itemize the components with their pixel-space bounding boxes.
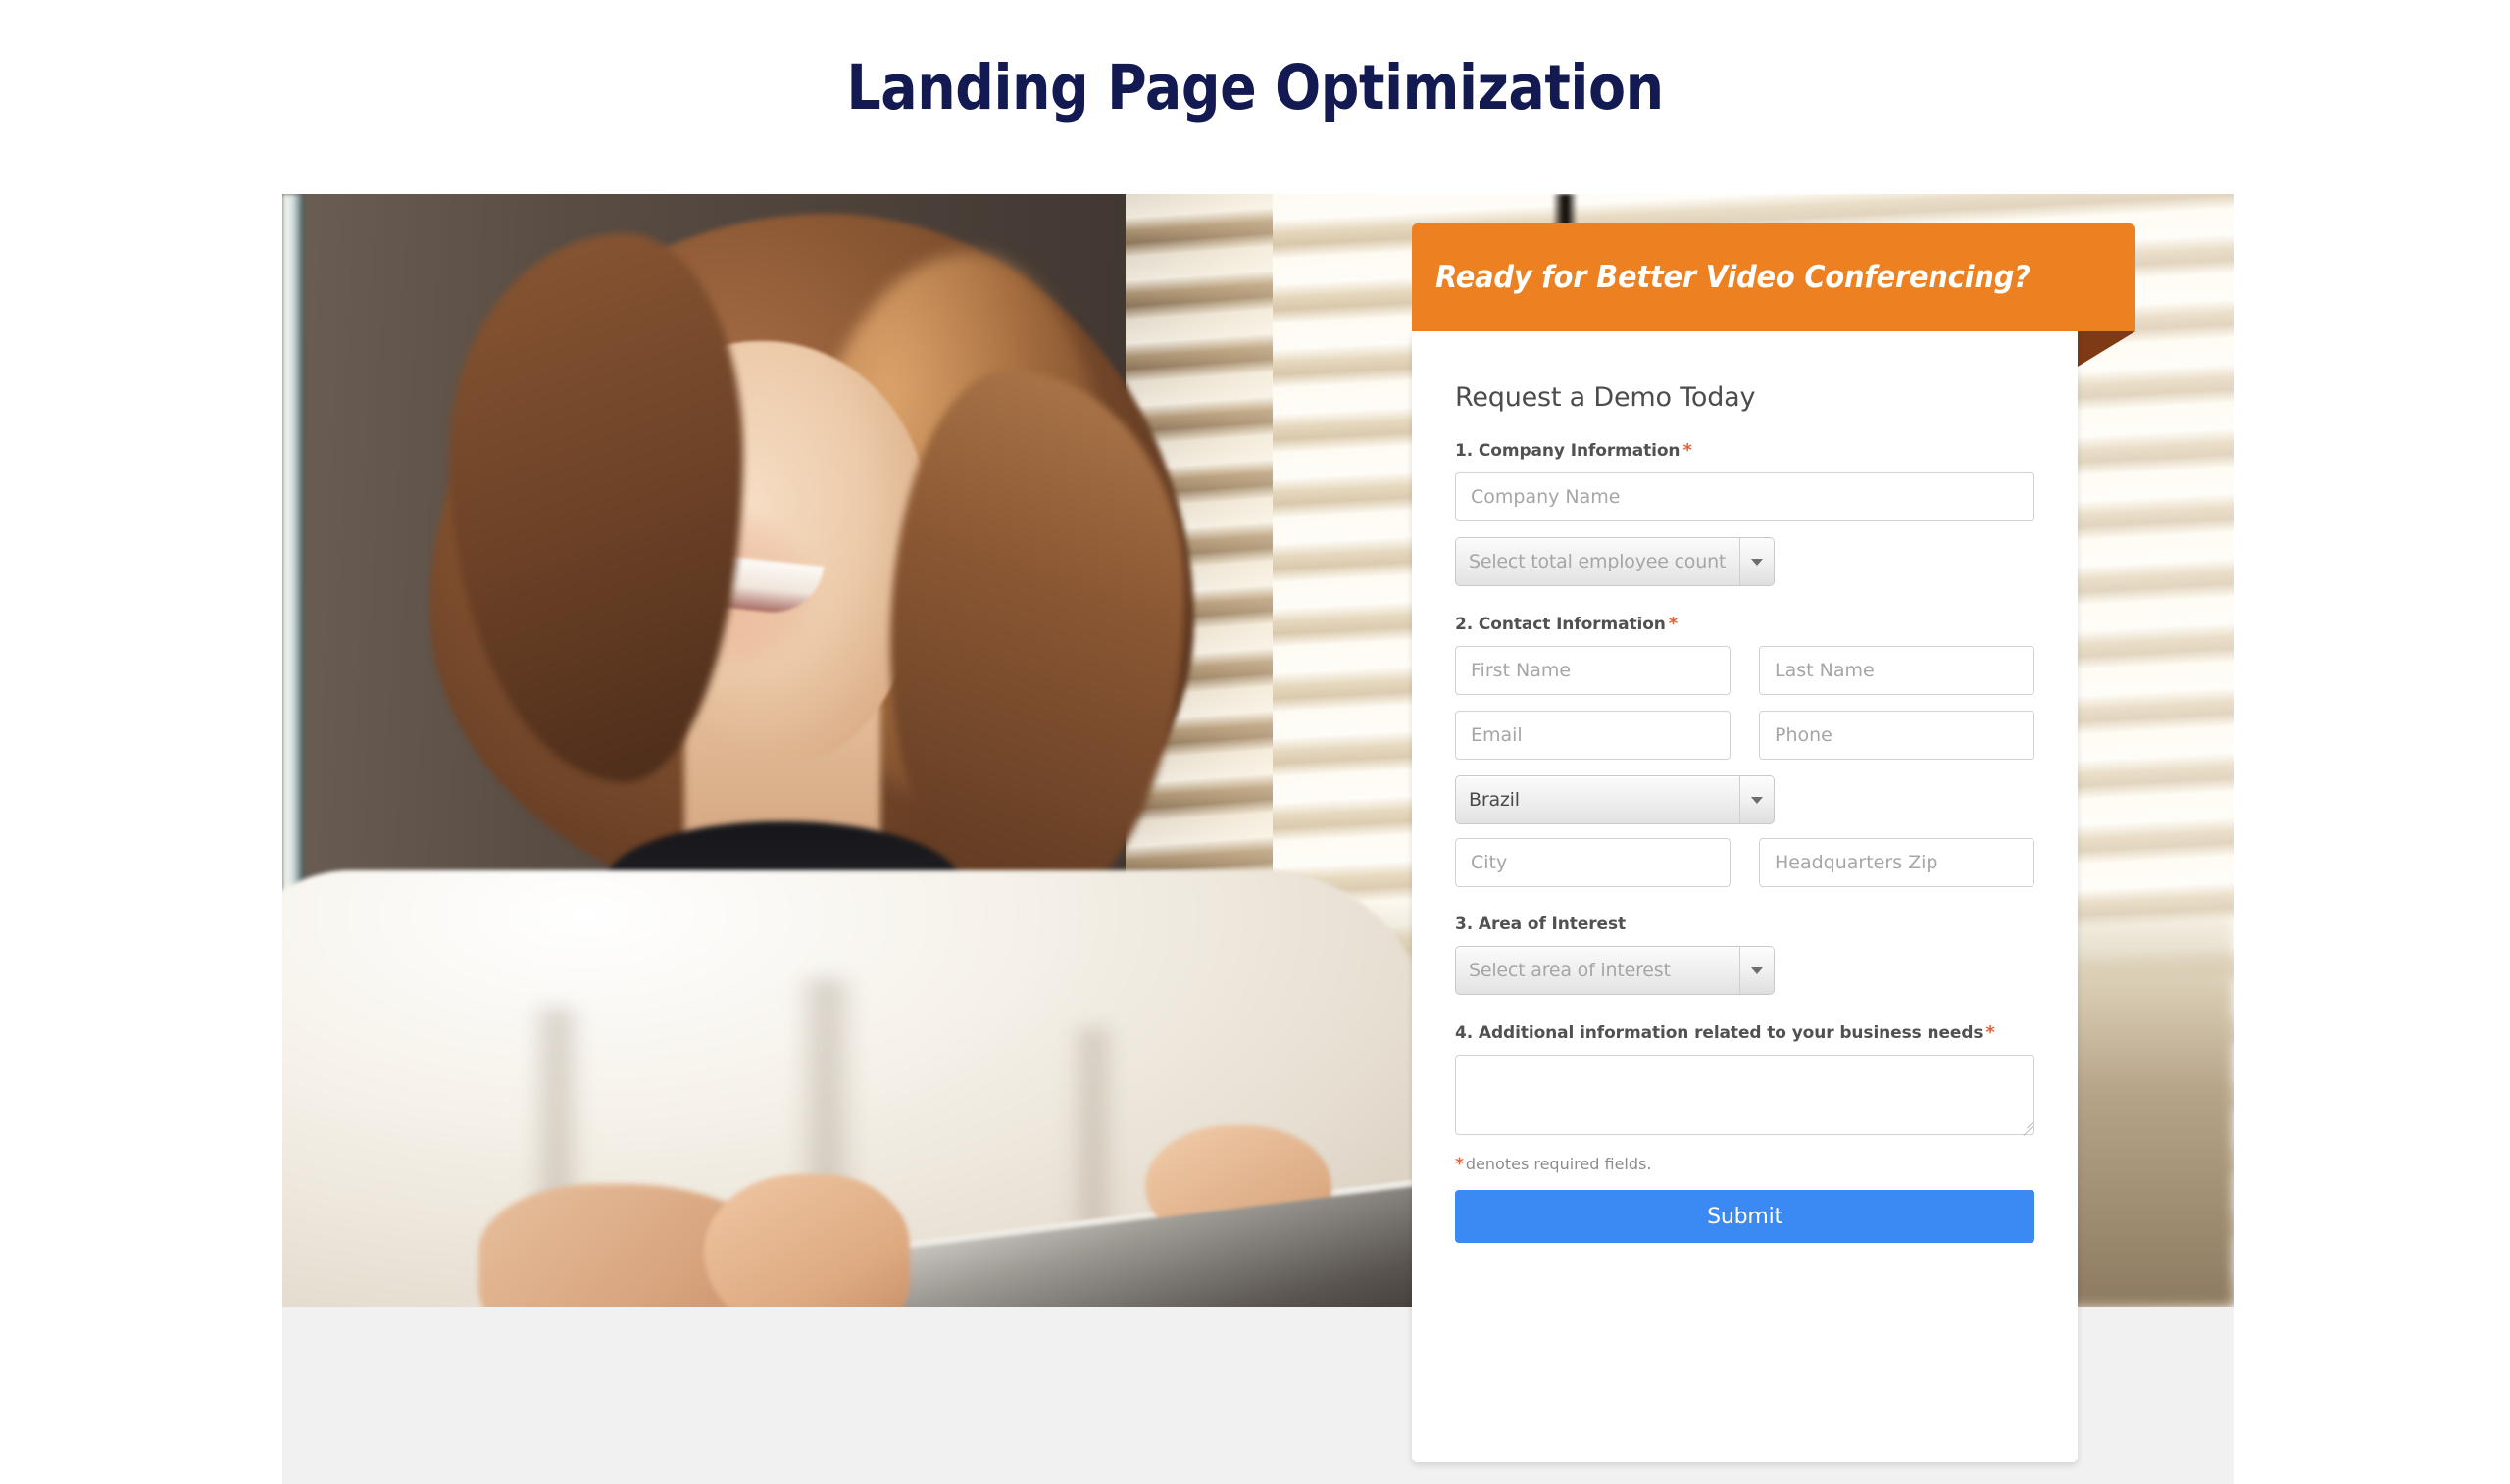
- chevron-down-icon: [1751, 796, 1763, 804]
- promo-ribbon-banner: Ready for Better Video Conferencing?: [1412, 223, 2135, 331]
- name-field-row: [1455, 646, 2034, 695]
- location-field-row: [1455, 838, 2034, 887]
- required-asterisk: *: [1682, 440, 1692, 461]
- required-fields-note: * denotes required fields.: [1455, 1155, 2034, 1174]
- page-title: Landing Page Optimization: [846, 52, 1664, 124]
- headquarters-zip-input[interactable]: [1759, 838, 2034, 887]
- required-asterisk: *: [1668, 614, 1679, 634]
- area-of-interest-dropdown-button[interactable]: [1739, 947, 1774, 994]
- area-of-interest-select[interactable]: Select area of interest: [1455, 946, 1775, 995]
- country-dropdown-button[interactable]: [1739, 776, 1774, 823]
- last-name-input[interactable]: [1759, 646, 2034, 695]
- section-label-text: 4. Additional information related to you…: [1455, 1023, 1983, 1043]
- area-of-interest-select-value: Select area of interest: [1469, 960, 1671, 981]
- first-name-input[interactable]: [1455, 646, 1731, 695]
- section-label-area-of-interest: 3. Area of Interest: [1455, 915, 2034, 934]
- section-label-text: 1. Company Information: [1455, 441, 1681, 461]
- submit-button[interactable]: Submit: [1455, 1190, 2034, 1243]
- section-label-additional-information: 4. Additional information related to you…: [1455, 1022, 2034, 1043]
- photo-person-hand-left: [704, 1174, 910, 1307]
- chevron-down-icon: [1751, 558, 1763, 566]
- promo-ribbon-title: Ready for Better Video Conferencing?: [1435, 260, 2031, 295]
- employee-count-select-value: Select total employee count: [1469, 551, 1727, 572]
- section-label-text: 2. Contact Information: [1455, 615, 1666, 634]
- additional-info-textarea[interactable]: [1455, 1055, 2034, 1135]
- country-select[interactable]: Brazil: [1455, 775, 1775, 824]
- phone-input[interactable]: [1759, 711, 2034, 760]
- required-asterisk: *: [1455, 1155, 1464, 1174]
- contact-field-row: [1455, 711, 2034, 760]
- email-input[interactable]: [1455, 711, 1731, 760]
- section-label-text: 3. Area of Interest: [1455, 915, 1627, 934]
- form-heading: Request a Demo Today: [1455, 382, 1756, 413]
- company-name-input[interactable]: [1455, 472, 2034, 521]
- employee-count-dropdown-button[interactable]: [1739, 538, 1774, 585]
- required-fields-note-text: denotes required fields.: [1465, 1155, 1652, 1173]
- required-asterisk: *: [1985, 1022, 1995, 1043]
- section-label-company-information: 1. Company Information *: [1455, 440, 2034, 461]
- demo-request-form-card: Request a Demo Today 1. Company Informat…: [1412, 331, 2078, 1462]
- section-label-contact-information: 2. Contact Information *: [1455, 614, 2034, 634]
- country-select-value: Brazil: [1469, 789, 1520, 811]
- chevron-down-icon: [1751, 966, 1763, 974]
- city-input[interactable]: [1455, 838, 1731, 887]
- employee-count-select[interactable]: Select total employee count: [1455, 537, 1775, 586]
